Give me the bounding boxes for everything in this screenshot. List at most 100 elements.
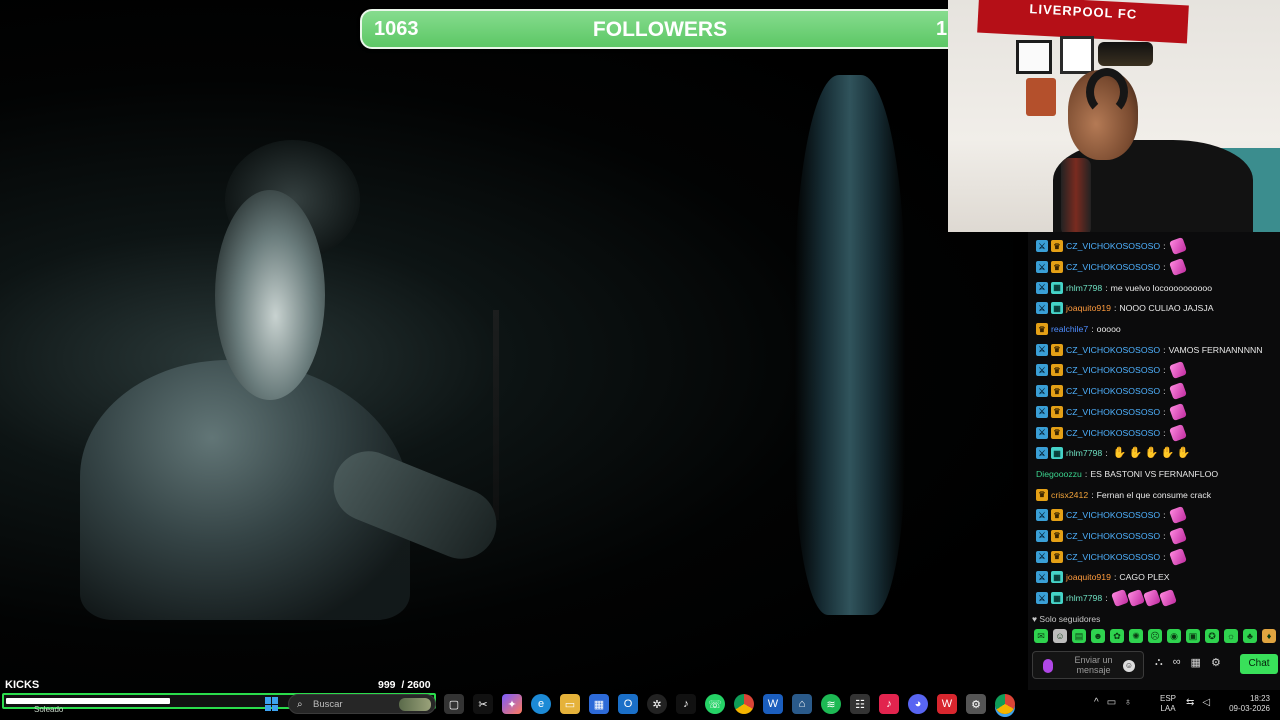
tiktok-studio-icon[interactable]: ♪ — [879, 694, 899, 714]
chat-username[interactable]: CZ_VICHOKOSOSOSO — [1066, 365, 1160, 375]
pink-emote-icon — [1142, 589, 1161, 608]
edge-icon[interactable]: e — [531, 694, 551, 714]
windows-start-icon[interactable] — [265, 697, 279, 711]
emote-icon[interactable]: ☻ — [1091, 629, 1105, 643]
chat-username[interactable]: rhlm7798 — [1066, 448, 1102, 458]
chat-colon: : — [1163, 386, 1166, 397]
infinity-icon[interactable]: ∞ — [1173, 656, 1181, 669]
chat-username[interactable]: CZ_VICHOKOSOSOSO — [1066, 407, 1160, 417]
network-icon[interactable]: ⇆ — [1186, 697, 1194, 708]
pink-emote-icon — [1168, 526, 1187, 545]
emote-icon[interactable]: ✪ — [1205, 629, 1219, 643]
emote-icon[interactable]: ☺ — [1053, 629, 1067, 643]
emote-icon[interactable]: ♦ — [1262, 629, 1276, 643]
chrome-icon[interactable] — [734, 694, 754, 714]
chat-username[interactable]: Diegooozzu — [1036, 469, 1082, 479]
banner-text: LIVERPOOL FC — [1029, 1, 1138, 22]
chat-message: ⚔ ♛ CZ_VICHOKOSOSOSO: VAMOS FERNANNNNN — [1028, 339, 1280, 360]
chat-message: ⚔ ♛ CZ_VICHOKOSOSOSO: — [1028, 257, 1280, 278]
chat-send-button[interactable]: Chat — [1240, 654, 1278, 674]
chevron-up-icon[interactable]: ^ — [1094, 697, 1099, 708]
chat-message: ⚔ ▦ joaquito919: NOOO CULIAO JAJSJA — [1028, 298, 1280, 319]
chrome-active-icon[interactable] — [995, 694, 1015, 714]
emote-icon[interactable]: ☼ — [1224, 629, 1238, 643]
chat-username[interactable]: rhlm7798 — [1066, 283, 1102, 293]
file-explorer-icon[interactable]: ▭ — [560, 694, 580, 714]
clock[interactable]: 18:23 09-03-2026 — [1220, 694, 1270, 714]
spotify-icon[interactable]: ≋ — [821, 694, 841, 714]
subscriber-badge-icon: ♛ — [1051, 343, 1063, 356]
character-head — [215, 190, 325, 400]
chatgpt-icon[interactable]: ✲ — [647, 694, 667, 714]
pink-emote-icon — [1110, 589, 1129, 608]
moderator-badge-icon: ⚔ — [1036, 405, 1048, 418]
discord-icon[interactable]: ◕ — [908, 694, 928, 714]
gear-icon[interactable]: ⚙ — [1211, 656, 1221, 669]
emote-icon[interactable]: ▣ — [1186, 629, 1200, 643]
chat-username[interactable]: CZ_VICHOKOSOSOSO — [1066, 510, 1160, 520]
shadow-line — [493, 310, 499, 520]
language-code: ESP — [1160, 694, 1177, 703]
word-icon[interactable]: W — [763, 694, 783, 714]
subscriber-badge-icon: ♛ — [1051, 405, 1063, 418]
volume-icon[interactable]: ◁ — [1202, 697, 1210, 708]
chat-username[interactable]: CZ_VICHOKOSOSOSO — [1066, 552, 1160, 562]
chat-username[interactable]: joaquito919 — [1066, 303, 1111, 313]
device-icon[interactable]: ▭ — [1107, 697, 1116, 708]
microphone-tray-icon[interactable]: ♁ — [1124, 697, 1132, 708]
chat-username[interactable]: CZ_VICHOKOSOSOSO — [1066, 386, 1160, 396]
chat-message: ⚔ ♛ CZ_VICHOKOSOSOSO: — [1028, 526, 1280, 547]
emote-icon[interactable]: ✉ — [1034, 629, 1048, 643]
gift-icon[interactable]: ▦ — [1191, 656, 1201, 669]
microphone-icon[interactable] — [1043, 659, 1053, 673]
app-w-icon[interactable]: W — [937, 694, 957, 714]
emote-icon[interactable]: ✺ — [1129, 629, 1143, 643]
chat-username[interactable]: realchile7 — [1051, 324, 1088, 334]
chat-username[interactable]: CZ_VICHOKOSOSOSO — [1066, 428, 1160, 438]
chat-username[interactable]: CZ_VICHOKOSOSOSO — [1066, 262, 1160, 272]
chat-username[interactable]: joaquito919 — [1066, 572, 1111, 582]
chat-username[interactable]: CZ_VICHOKOSOSOSO — [1066, 241, 1160, 251]
whatsapp-icon[interactable]: ☏ — [705, 694, 725, 714]
settings-icon[interactable]: ⚙ — [966, 694, 986, 714]
wall-frame — [1016, 40, 1052, 74]
moderator-badge-icon: ⚔ — [1036, 426, 1048, 439]
headset-icon — [1086, 68, 1128, 116]
chat-username[interactable]: CZ_VICHOKOSOSOSO — [1066, 531, 1160, 541]
chat-message-input[interactable]: Enviar un mensaje ☺ — [1032, 651, 1144, 679]
pink-emote-icon — [1168, 258, 1187, 277]
moderator-badge-icon: ⚔ — [1036, 529, 1048, 542]
taskbar-search[interactable]: ⌕ Buscar — [288, 694, 436, 714]
moderator-badge-icon: ⚔ — [1036, 447, 1048, 460]
capcut-icon[interactable]: ✂ — [473, 694, 493, 714]
hand-emote-icon: ✋ — [1144, 447, 1159, 460]
emote-icon[interactable]: ▤ — [1072, 629, 1086, 643]
chat-message: ⚔ ▦ rhlm7798: ✋ ✋ ✋ ✋ ✋ — [1028, 443, 1280, 464]
pink-emote-icon — [1168, 402, 1187, 421]
chat-message: ⚔ ♛ CZ_VICHOKOSOSOSO: — [1028, 505, 1280, 526]
copilot-icon[interactable]: ✦ — [502, 694, 522, 714]
moderator-badge-icon: ⚔ — [1036, 302, 1048, 315]
store-icon[interactable]: ▦ — [589, 694, 609, 714]
clock-date: 09-03-2026 — [1229, 704, 1270, 713]
emoji-picker-icon[interactable]: ☺ — [1123, 660, 1135, 672]
followers-only-label: Solo seguidores — [1039, 614, 1101, 624]
emote-icon[interactable]: ☹ — [1148, 629, 1162, 643]
network-drive-icon[interactable]: ⌂ — [792, 694, 812, 714]
chat-username[interactable]: rhlm7798 — [1066, 593, 1102, 603]
tiktok-icon[interactable]: ♪ — [676, 694, 696, 714]
chat-message-list[interactable]: ⚔ ♛ CZ_VICHOKOSOSOSO: ⚔ ♛ CZ_VICHOKOSOSOSO: ⚔ ▦… — [1028, 236, 1280, 608]
task-view-icon[interactable]: ▢ — [444, 694, 464, 714]
chat-message: ⚔ ♛ CZ_VICHOKOSOSOSO: — [1028, 402, 1280, 423]
emote-icon[interactable]: ◉ — [1167, 629, 1181, 643]
chat-colon: : — [1163, 262, 1166, 273]
users-icon[interactable]: ⛬ — [1155, 656, 1163, 669]
outlook-icon[interactable]: O — [618, 694, 638, 714]
emote-icon[interactable]: ✿ — [1110, 629, 1124, 643]
subscriber-badge-icon: ♛ — [1051, 385, 1063, 398]
language-indicator[interactable]: ESP LAA — [1160, 694, 1176, 714]
emote-icon[interactable]: ♣ — [1243, 629, 1257, 643]
chat-username[interactable]: CZ_VICHOKOSOSOSO — [1066, 345, 1160, 355]
mixer-icon[interactable]: ☷ — [850, 694, 870, 714]
chat-username[interactable]: crisx2412 — [1051, 490, 1088, 500]
